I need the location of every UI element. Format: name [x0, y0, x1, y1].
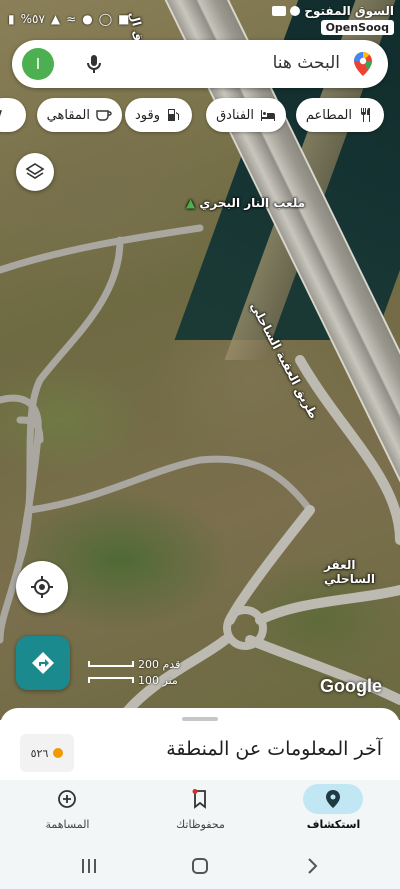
cart-icon	[0, 110, 2, 117]
place-label-sports-field[interactable]: ▲ ملعب النار البحري	[186, 196, 305, 210]
brand-arabic: السوق المفتوح	[304, 4, 394, 18]
nav-saved-label: محفوظاتك	[176, 818, 225, 831]
mic-icon[interactable]	[82, 52, 106, 76]
bottom-navigation: استكشاف محفوظاتك المساهمة	[0, 780, 400, 840]
nav-contribute-icon-wrap	[37, 784, 97, 814]
nav-contribute[interactable]: المساهمة	[1, 780, 134, 840]
layers-button[interactable]	[16, 153, 54, 191]
coffee-cup-icon	[96, 110, 112, 121]
brand-english: OpenSooq	[320, 20, 394, 35]
bottom-sheet[interactable]: ٥٢٦ آخر المعلومات عن المنطقة	[0, 708, 400, 788]
location-icon: ●	[82, 12, 93, 26]
aqi-value: ٥٢٦	[30, 746, 49, 760]
signal-icon: ▲	[50, 12, 61, 26]
chip-fuel[interactable]: وقود	[125, 98, 192, 132]
air-quality-badge[interactable]: ٥٢٦	[20, 734, 74, 772]
scale-bar-feet	[88, 661, 134, 667]
place-label-aqr: العقر الساحلي	[324, 558, 376, 586]
google-logo: Google	[320, 676, 382, 696]
map-scale: 200 قدم 100 متر	[88, 656, 180, 688]
notification-icon: ■	[118, 12, 130, 26]
sheet-drag-handle[interactable]	[182, 717, 218, 721]
scale-feet: 200 قدم	[138, 657, 181, 671]
search-input[interactable]: البحث هنا	[273, 53, 340, 73]
add-circle-icon	[58, 790, 76, 808]
gas-pump-icon	[168, 109, 179, 121]
youtube-icon	[272, 6, 287, 16]
wifi-icon: ≈	[66, 12, 77, 26]
scale-bar-meters	[88, 677, 134, 683]
chip-restaurants[interactable]: المطاعم	[295, 98, 384, 132]
nav-saved[interactable]: محفوظاتك	[134, 780, 267, 840]
fork-knife-icon	[361, 108, 370, 122]
scale-meters: 100 متر	[138, 673, 178, 687]
messenger-icon	[290, 6, 301, 16]
roundabout	[223, 606, 267, 650]
nav-explore[interactable]: استكشاف	[267, 780, 400, 840]
system-navigation-bar	[0, 840, 400, 889]
bookmark-icon	[192, 789, 206, 809]
nav-contribute-label: المساهمة	[45, 818, 90, 831]
back-icon[interactable]	[304, 856, 320, 876]
layers-icon	[25, 163, 45, 179]
directions-icon	[32, 652, 54, 674]
battery-icon: ▮	[8, 12, 15, 26]
search-bar[interactable]: I البحث هنا	[12, 40, 388, 88]
whatsapp-icon: ◯	[98, 12, 113, 26]
my-location-button[interactable]	[16, 561, 68, 613]
battery-percent: %٥٧	[20, 12, 45, 26]
location-pin-icon	[326, 790, 340, 808]
chip-shopping[interactable]	[0, 98, 26, 132]
google-maps-pin-icon	[354, 52, 372, 76]
chip-cafes[interactable]: المقاهي	[36, 98, 122, 132]
nav-explore-label: استكشاف	[306, 818, 361, 831]
home-icon[interactable]	[190, 856, 210, 876]
avatar[interactable]: I	[22, 48, 54, 80]
directions-button[interactable]	[16, 636, 70, 690]
sheet-title: آخر المعلومات عن المنطقة	[166, 738, 382, 760]
recent-apps-icon[interactable]	[80, 856, 98, 876]
crosshair-icon	[31, 576, 53, 598]
opensooq-watermark: السوق المفتوح OpenSooq	[272, 4, 394, 35]
aqi-sun-icon	[53, 748, 64, 758]
bed-icon	[261, 110, 275, 121]
status-bar: ▮ %٥٧ ▲ ≈ ● ◯ ■ السوق المفتوح OpenSooq	[0, 0, 400, 38]
nav-explore-icon-wrap	[303, 784, 363, 814]
status-icons: ▮ %٥٧ ▲ ≈ ● ◯ ■	[8, 12, 129, 26]
chip-hotels[interactable]: الفنادق	[206, 98, 286, 132]
category-chips: المطاعم الفنادق وقود المقاهي	[0, 98, 400, 134]
nav-saved-icon-wrap	[170, 784, 230, 814]
